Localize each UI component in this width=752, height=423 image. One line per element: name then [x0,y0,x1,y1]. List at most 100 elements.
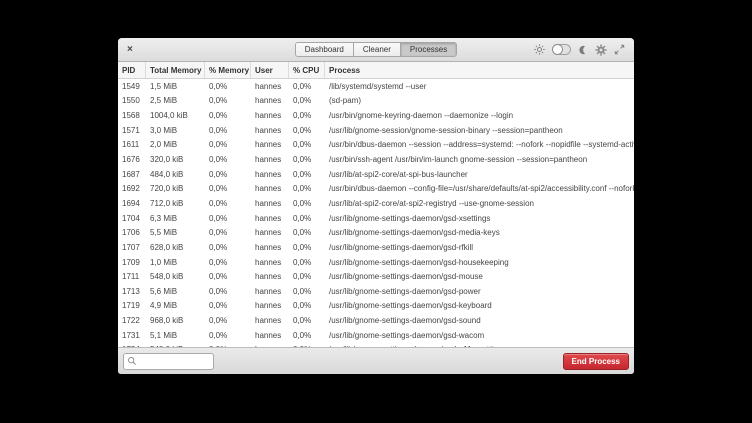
table-row[interactable]: 15502,5 MiB0,0%hannes0,0%(sd-pam) [118,94,634,109]
end-process-button[interactable]: End Process [563,353,629,370]
cell-pct-cpu: 0,0% [289,82,325,91]
table-row[interactable]: 1711548,0 kiB0,0%hannes0,0%/usr/lib/gnom… [118,269,634,284]
cell-pid: 1687 [118,170,146,179]
column-header-user[interactable]: User [251,62,289,78]
table-row[interactable]: 1687484,0 kiB0,0%hannes0,0%/usr/lib/at-s… [118,167,634,182]
tab-dashboard[interactable]: Dashboard [296,43,354,56]
headerbar: × Dashboard Cleaner Processes [118,38,634,62]
table-row[interactable]: 1722968,0 kiB0,0%hannes0,0%/usr/lib/gnom… [118,313,634,328]
column-header-pct-cpu[interactable]: % CPU [289,62,325,78]
cell-pct-memory: 0,0% [205,287,251,296]
cell-pid: 1549 [118,82,146,91]
column-header-process[interactable]: Process [325,62,634,78]
cell-pct-cpu: 0,0% [289,140,325,149]
cell-total-memory: 628,0 kiB [146,243,205,252]
table-row[interactable]: 17135,6 MiB0,0%hannes0,0%/usr/lib/gnome-… [118,284,634,299]
fullscreen-icon[interactable] [614,44,625,55]
cell-pct-cpu: 0,0% [289,301,325,310]
cell-pid: 1550 [118,96,146,105]
close-window-button[interactable]: × [127,45,133,55]
cell-pid: 1707 [118,243,146,252]
table-row[interactable]: 1694712,0 kiB0,0%hannes0,0%/usr/lib/at-s… [118,196,634,211]
cell-total-memory: 548,0 kiB [146,272,205,281]
column-header-pid[interactable]: PID [118,62,146,78]
column-header-pct-memory[interactable]: % Memory [205,62,251,78]
theme-toggle-switch[interactable] [552,44,571,55]
cell-pct-memory: 0,0% [205,126,251,135]
column-header-total-memory[interactable]: Total Memory [146,62,205,78]
cell-user: hannes [251,228,289,237]
cell-total-memory: 1004,0 kiB [146,111,205,120]
cell-process: /usr/lib/gnome-settings-daemon/gsd-media… [325,228,634,237]
cell-pct-memory: 0,0% [205,331,251,340]
cell-pct-cpu: 0,0% [289,111,325,120]
gear-icon[interactable] [595,44,607,56]
table-row[interactable]: 17091,0 MiB0,0%hannes0,0%/usr/lib/gnome-… [118,255,634,270]
table-row[interactable]: 1692720,0 kiB0,0%hannes0,0%/usr/bin/dbus… [118,181,634,196]
cell-pct-memory: 0,0% [205,82,251,91]
cell-pct-cpu: 0,0% [289,126,325,135]
cell-process: /usr/lib/at-spi2-core/at-spi-bus-launche… [325,170,634,179]
cell-pid: 1709 [118,258,146,267]
cell-process: /usr/lib/at-spi2-core/at-spi2-registryd … [325,199,634,208]
headerbar-actions [534,38,625,61]
table-row[interactable]: 15491,5 MiB0,0%hannes0,0%/lib/systemd/sy… [118,79,634,94]
cell-pid: 1731 [118,331,146,340]
cell-pct-cpu: 0,0% [289,243,325,252]
table-row[interactable]: 1676320,0 kiB0,0%hannes0,0%/usr/bin/ssh-… [118,152,634,167]
cell-process: /usr/lib/gnome-settings-daemon/gsd-house… [325,258,634,267]
cell-process: /lib/systemd/systemd --user [325,82,634,91]
cell-pct-cpu: 0,0% [289,287,325,296]
table-row[interactable]: 17194,9 MiB0,0%hannes0,0%/usr/lib/gnome-… [118,299,634,314]
cell-pct-cpu: 0,0% [289,272,325,281]
cell-user: hannes [251,199,289,208]
cell-user: hannes [251,96,289,105]
table-row[interactable]: 15713,0 MiB0,0%hannes0,0%/usr/lib/gnome-… [118,123,634,138]
cell-total-memory: 2,0 MiB [146,140,205,149]
cell-pct-memory: 0,0% [205,184,251,193]
desktop-background: × Dashboard Cleaner Processes [0,0,752,423]
search-input[interactable] [137,357,210,366]
cell-pct-cpu: 0,0% [289,316,325,325]
table-row[interactable]: 17315,1 MiB0,0%hannes0,0%/usr/lib/gnome-… [118,328,634,343]
cell-pid: 1706 [118,228,146,237]
cell-pid: 1704 [118,214,146,223]
cell-process: /usr/lib/gnome-session/gnome-session-bin… [325,126,634,135]
cell-user: hannes [251,258,289,267]
cell-total-memory: 712,0 kiB [146,199,205,208]
cell-user: hannes [251,316,289,325]
cell-user: hannes [251,155,289,164]
moon-icon [578,45,588,55]
cell-user: hannes [251,243,289,252]
cell-pct-memory: 0,0% [205,140,251,149]
tab-cleaner[interactable]: Cleaner [354,43,401,56]
cell-total-memory: 5,1 MiB [146,331,205,340]
cell-pct-memory: 0,0% [205,258,251,267]
cell-pct-cpu: 0,0% [289,199,325,208]
cell-process: /usr/bin/gnome-keyring-daemon --daemoniz… [325,111,634,120]
view-switcher: Dashboard Cleaner Processes [295,42,458,57]
cell-total-memory: 320,0 kiB [146,155,205,164]
cell-user: hannes [251,126,289,135]
table-row[interactable]: 16112,0 MiB0,0%hannes0,0%/usr/bin/dbus-d… [118,138,634,153]
search-box[interactable] [123,353,214,370]
table-row[interactable]: 15681004,0 kiB0,0%hannes0,0%/usr/bin/gno… [118,108,634,123]
cell-process: /usr/lib/gnome-settings-daemon/gsd-rfkil… [325,243,634,252]
cell-process: /usr/bin/ssh-agent /usr/bin/im-launch gn… [325,155,634,164]
cell-pid: 1611 [118,140,146,149]
cell-pct-cpu: 0,0% [289,214,325,223]
cell-pid: 1719 [118,301,146,310]
cell-pct-memory: 0,0% [205,316,251,325]
cell-user: hannes [251,287,289,296]
cell-pid: 1713 [118,287,146,296]
cell-process: /usr/bin/dbus-daemon --config-file=/usr/… [325,184,634,193]
cell-total-memory: 484,0 kiB [146,170,205,179]
cell-pid: 1692 [118,184,146,193]
cell-total-memory: 1,5 MiB [146,82,205,91]
cell-pid: 1568 [118,111,146,120]
table-row[interactable]: 1707628,0 kiB0,0%hannes0,0%/usr/lib/gnom… [118,240,634,255]
cell-pct-cpu: 0,0% [289,258,325,267]
table-row[interactable]: 17065,5 MiB0,0%hannes0,0%/usr/lib/gnome-… [118,225,634,240]
table-row[interactable]: 17046,3 MiB0,0%hannes0,0%/usr/lib/gnome-… [118,211,634,226]
tab-processes[interactable]: Processes [401,43,456,56]
